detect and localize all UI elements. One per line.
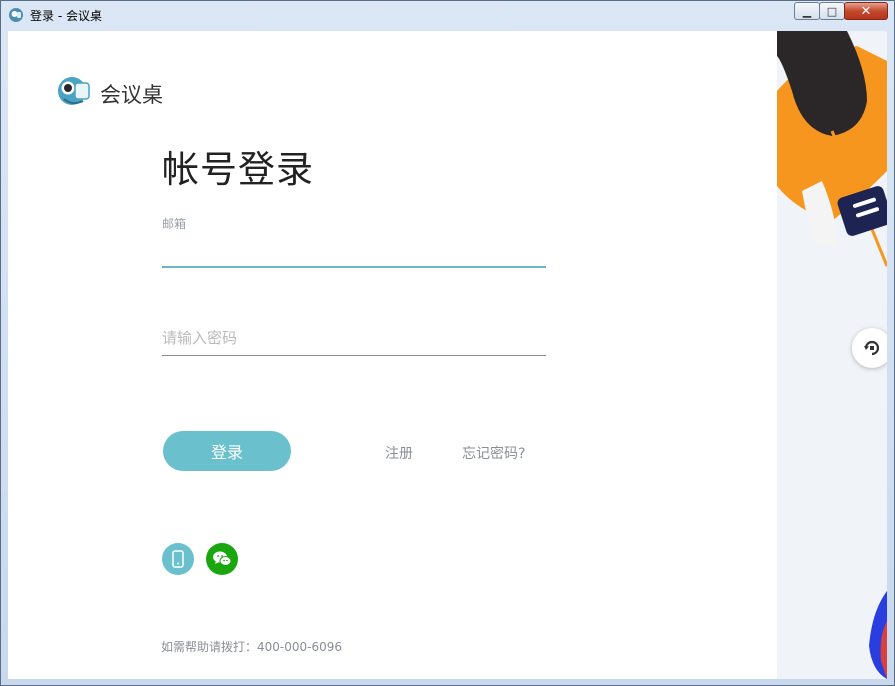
title-bar: 登录 - 会议桌 ▁ □ ✕ <box>1 1 894 30</box>
phone-login-button[interactable] <box>162 543 194 575</box>
mobile-phone-icon <box>172 550 184 568</box>
maximize-button[interactable]: □ <box>819 2 845 20</box>
login-page: 会议桌 帐号登录 邮箱 登录 注册 忘记密码? 如需帮助请拨打：400-000-… <box>8 31 887 679</box>
app-logo-icon <box>9 8 23 22</box>
password-input[interactable] <box>162 321 546 356</box>
brand-name: 会议桌 <box>100 83 163 107</box>
minimize-button[interactable]: ▁ <box>794 2 820 20</box>
brand-logo-icon <box>58 77 90 105</box>
wechat-login-button[interactable] <box>206 543 238 575</box>
page-title: 帐号登录 <box>162 148 314 191</box>
register-link[interactable]: 注册 <box>385 443 413 463</box>
email-input[interactable] <box>162 238 546 268</box>
app-window: 登录 - 会议桌 ▁ □ ✕ 会议桌 帐号登录 邮箱 登录 注册 忘记密码? 如… <box>0 0 895 686</box>
email-label: 邮箱 <box>162 217 187 231</box>
login-button[interactable]: 登录 <box>163 431 291 471</box>
close-button[interactable]: ✕ <box>844 2 888 20</box>
window-title: 登录 - 会议桌 <box>30 9 102 23</box>
help-phone-text: 如需帮助请拨打：400-000-6096 <box>161 640 343 654</box>
wechat-icon <box>213 551 232 566</box>
window-controls: ▁ □ ✕ <box>794 2 888 20</box>
refresh-button[interactable] <box>852 328 887 368</box>
refresh-icon <box>864 340 880 356</box>
forgot-password-link[interactable]: 忘记密码? <box>462 443 525 463</box>
